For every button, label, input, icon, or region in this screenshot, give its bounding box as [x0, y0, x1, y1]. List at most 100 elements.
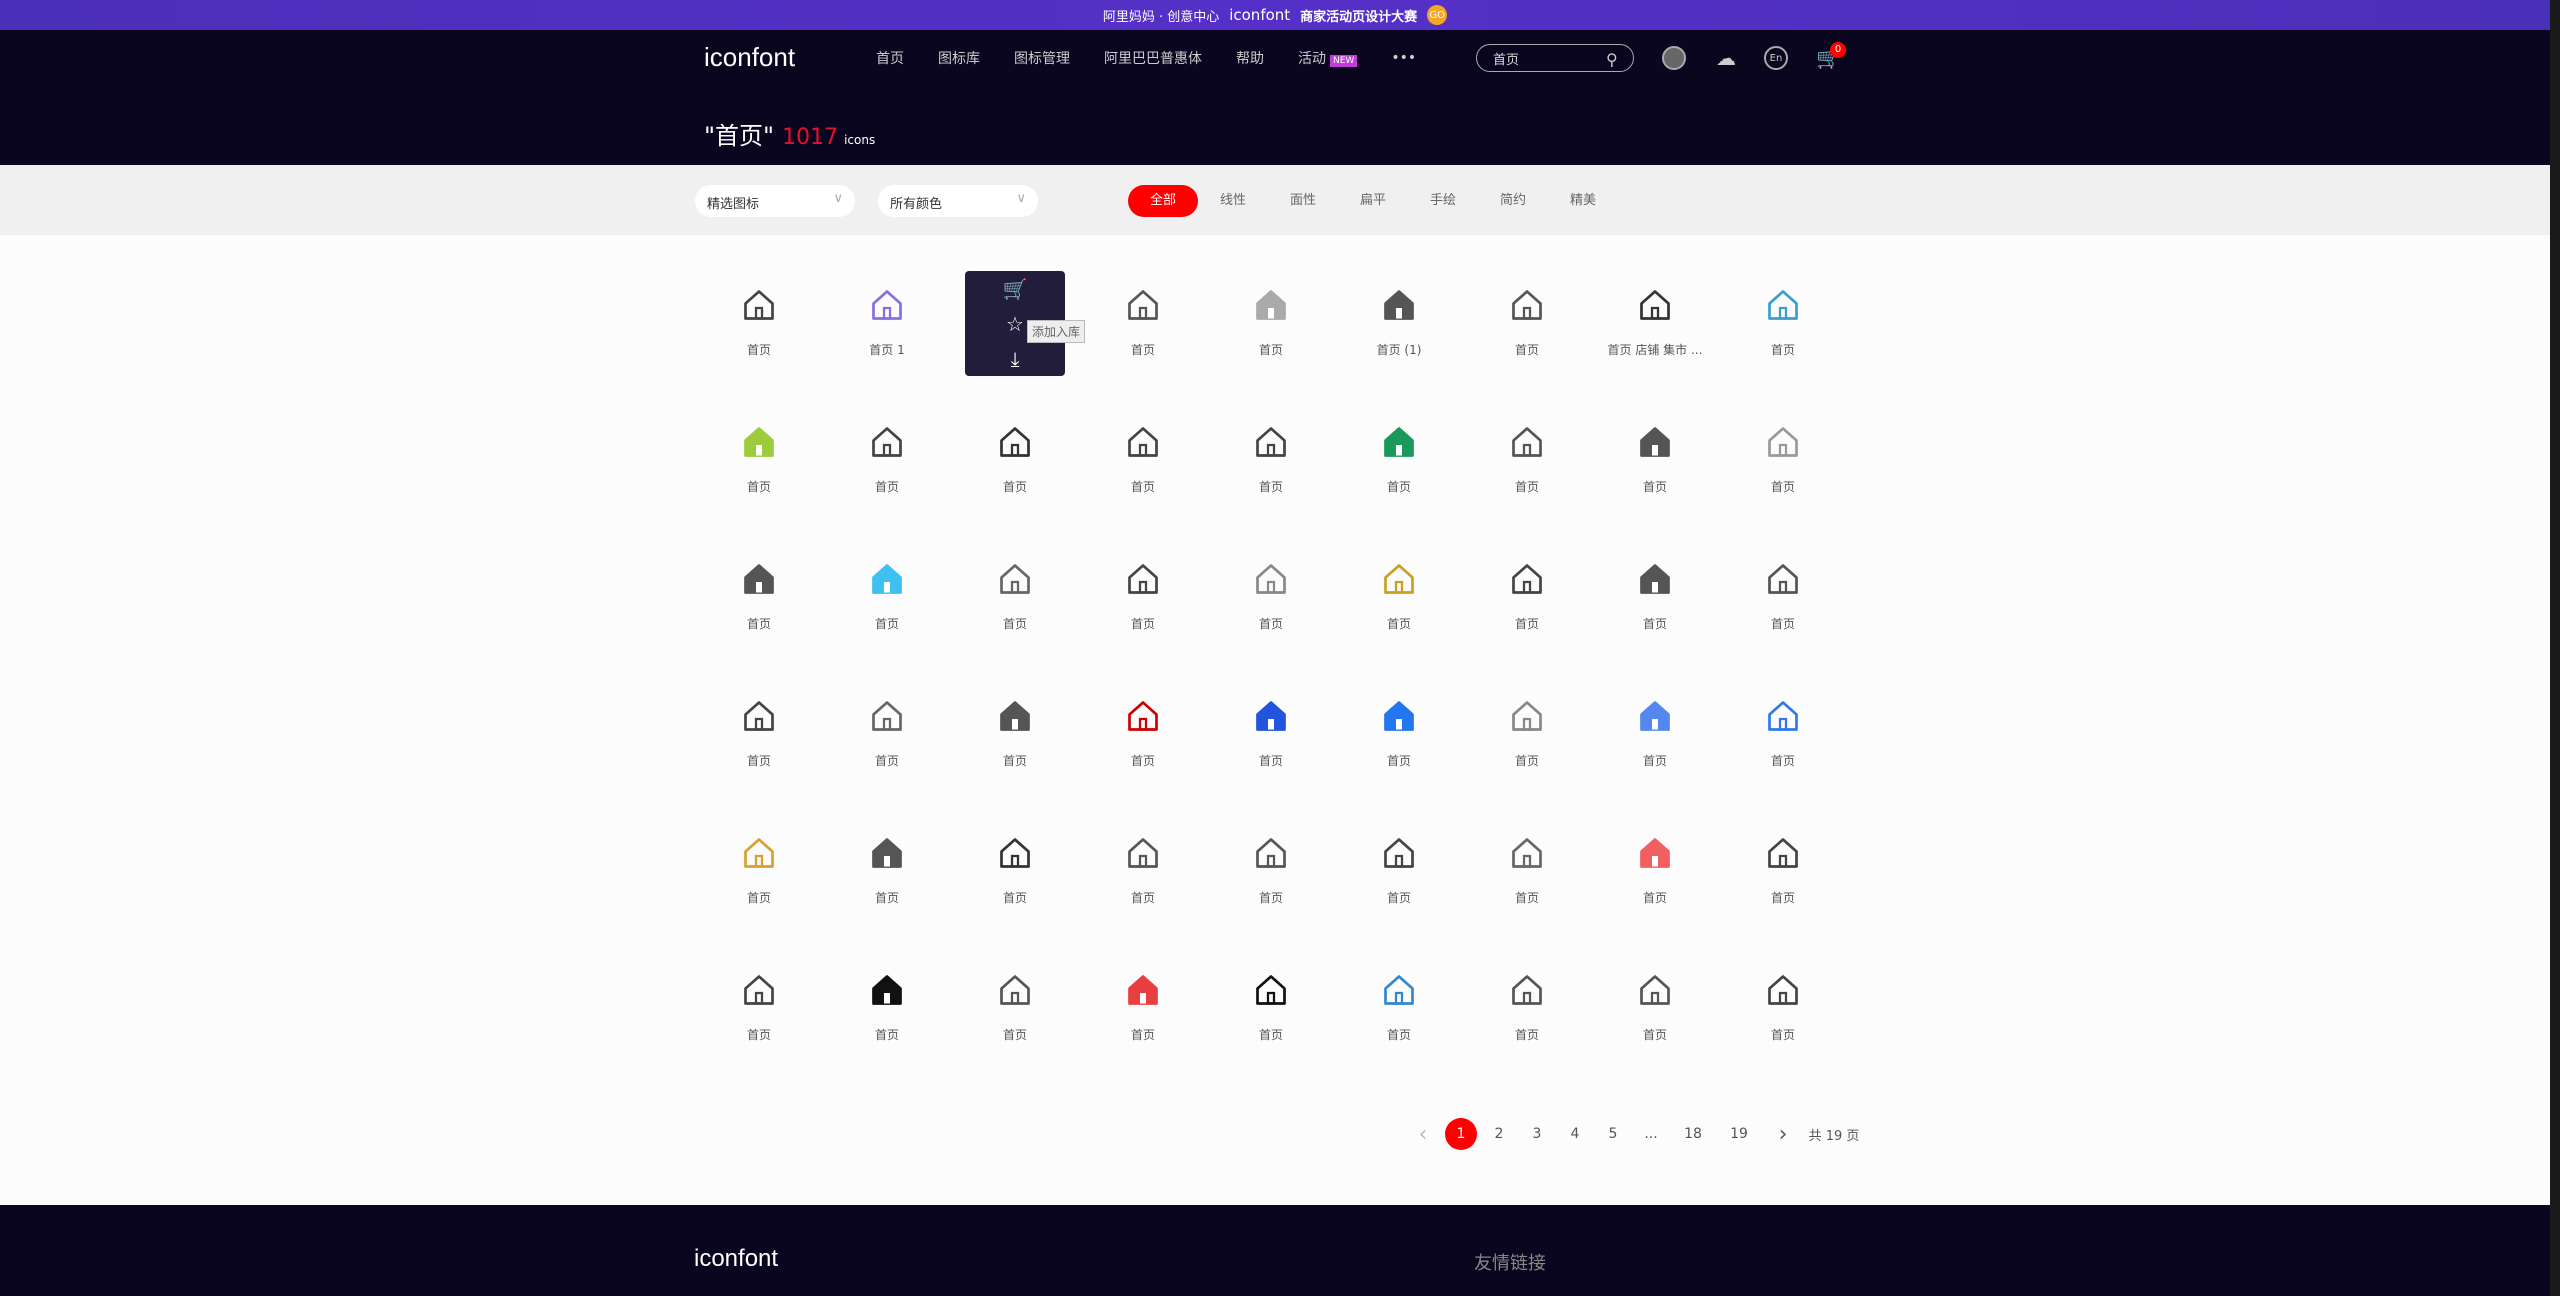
icon-item[interactable]: 首页: [960, 561, 1070, 632]
tab-line[interactable]: 线性: [1198, 185, 1268, 217]
icon-item[interactable]: 首页: [1472, 835, 1582, 906]
icon-item[interactable]: 首页: [1216, 424, 1326, 495]
icon-item[interactable]: 首页: [1344, 698, 1454, 769]
icon-item[interactable]: 首页: [704, 835, 814, 906]
icon-item[interactable]: 首页: [832, 561, 942, 632]
page-5[interactable]: 5: [1594, 1126, 1632, 1142]
color-select[interactable]: 所有颜色 ∨: [878, 185, 1038, 217]
icon-item[interactable]: 首页: [960, 698, 1070, 769]
scrollbar[interactable]: [2550, 0, 2560, 1296]
nav-item-library[interactable]: 图标库: [938, 48, 980, 68]
icon-item[interactable]: 首页: [704, 972, 814, 1043]
language-button[interactable]: En: [1764, 46, 1788, 70]
icon-item[interactable]: 首页: [960, 972, 1070, 1043]
icon-item[interactable]: 首页 店铺 集市 ...: [1600, 287, 1710, 358]
download-icon[interactable]: ⤓: [1011, 347, 1020, 371]
next-page-button[interactable]: ›: [1762, 1122, 1804, 1147]
page-2[interactable]: 2: [1480, 1126, 1518, 1142]
tab-exquisite[interactable]: 精美: [1548, 185, 1618, 217]
featured-select[interactable]: 精选图标 ∨: [695, 185, 855, 217]
icon-item[interactable]: 首页: [1088, 972, 1198, 1043]
star-icon[interactable]: ☆: [1006, 312, 1024, 336]
icon-item[interactable]: 首页: [960, 424, 1070, 495]
search-icon[interactable]: ⚲: [1606, 50, 1618, 69]
home-icon: [1640, 427, 1670, 457]
icon-item[interactable]: 首页: [1472, 561, 1582, 632]
icon-item[interactable]: 首页: [1344, 835, 1454, 906]
icon-item[interactable]: 首页: [1344, 972, 1454, 1043]
icon-item[interactable]: 首页: [1472, 424, 1582, 495]
home-icon: [1256, 427, 1286, 457]
tab-hand-drawn[interactable]: 手绘: [1408, 185, 1478, 217]
icon-item[interactable]: 首页: [1216, 835, 1326, 906]
home-icon: [744, 290, 774, 320]
icon-label: 首页: [1642, 891, 1667, 905]
nav-item-help[interactable]: 帮助: [1236, 48, 1264, 68]
icon-item[interactable]: 首页: [1728, 698, 1838, 769]
select-value: 所有颜色: [890, 197, 943, 212]
icon-item[interactable]: 首页: [1344, 424, 1454, 495]
icon-item[interactable]: 首页: [1216, 698, 1326, 769]
nav-item-activity[interactable]: 活动 NEW: [1298, 48, 1358, 68]
icon-item[interactable]: 首页 1: [832, 287, 942, 358]
icon-item[interactable]: 首页: [1728, 972, 1838, 1043]
icon-item[interactable]: 首页: [704, 287, 814, 358]
icon-item[interactable]: 首页: [704, 698, 814, 769]
icon-item[interactable]: 首页: [832, 835, 942, 906]
icon-item[interactable]: 首页: [1728, 287, 1838, 358]
chevron-down-icon: ∨: [833, 191, 843, 206]
tab-all[interactable]: 全部: [1128, 185, 1198, 217]
page-19[interactable]: 19: [1716, 1126, 1762, 1142]
more-menu-button[interactable]: •••: [1391, 50, 1416, 66]
icon-item[interactable]: 首页: [960, 835, 1070, 906]
icon-item[interactable]: 首页: [1088, 835, 1198, 906]
icon-item[interactable]: 首页: [1728, 561, 1838, 632]
icon-item[interactable]: 首页: [1088, 698, 1198, 769]
page-18[interactable]: 18: [1670, 1126, 1716, 1142]
icon-item[interactable]: 首页: [1472, 287, 1582, 358]
icon-item[interactable]: 首页: [704, 424, 814, 495]
add-to-cart-icon[interactable]: 🛒: [1003, 277, 1028, 301]
icon-item[interactable]: 首页: [1344, 561, 1454, 632]
tab-simple[interactable]: 简约: [1478, 185, 1548, 217]
prev-page-button[interactable]: ‹: [1404, 1122, 1442, 1147]
icon-item[interactable]: 首页: [1600, 424, 1710, 495]
home-icon: [872, 427, 902, 457]
icon-item[interactable]: 首页: [1600, 972, 1710, 1043]
icon-item[interactable]: 首页: [832, 698, 942, 769]
icon-item[interactable]: 首页: [1088, 424, 1198, 495]
icon-item[interactable]: 首页: [832, 424, 942, 495]
icon-item[interactable]: 首页: [1472, 698, 1582, 769]
upload-icon[interactable]: ☁: [1714, 46, 1738, 70]
nav-item-home[interactable]: 首页: [876, 48, 904, 68]
logo[interactable]: iconfont: [704, 42, 795, 73]
icon-item[interactable]: 首页: [1728, 835, 1838, 906]
page-3[interactable]: 3: [1518, 1126, 1556, 1142]
icon-item[interactable]: 首页: [1600, 698, 1710, 769]
page-4[interactable]: 4: [1556, 1126, 1594, 1142]
banner-go-button[interactable]: GO: [1427, 5, 1448, 25]
icon-item[interactable]: 首页 (1): [1344, 287, 1454, 358]
tab-flat[interactable]: 扁平: [1338, 185, 1408, 217]
icon-item[interactable]: 首页: [1088, 561, 1198, 632]
icon-item[interactable]: 首页: [1600, 561, 1710, 632]
icon-item[interactable]: 首页: [1216, 287, 1326, 358]
icon-item[interactable]: 首页: [704, 561, 814, 632]
user-avatar-icon[interactable]: [1662, 46, 1686, 70]
home-icon: [1128, 975, 1158, 1005]
promo-banner[interactable]: 阿里妈妈 · 创意中心 iconfont 商家活动页设计大赛 GO: [0, 0, 2550, 30]
nav-item-font[interactable]: 阿里巴巴普惠体: [1104, 48, 1202, 68]
icon-item[interactable]: 首页: [1216, 561, 1326, 632]
icon-item[interactable]: 首页: [1216, 972, 1326, 1043]
icon-label: 首页: [1386, 1028, 1411, 1042]
pagination: ‹ 1 2 3 4 5 ... 18 19 › 共 19 页: [1404, 1118, 1864, 1150]
home-icon: [1256, 701, 1286, 731]
nav-item-manage[interactable]: 图标管理: [1014, 48, 1070, 68]
page-1[interactable]: 1: [1445, 1118, 1477, 1150]
icon-item[interactable]: 首页: [1088, 287, 1198, 358]
icon-item[interactable]: 首页: [1728, 424, 1838, 495]
icon-item[interactable]: 首页: [1600, 835, 1710, 906]
tab-fill[interactable]: 面性: [1268, 185, 1338, 217]
icon-item[interactable]: 首页: [1472, 972, 1582, 1043]
icon-item[interactable]: 首页: [832, 972, 942, 1043]
